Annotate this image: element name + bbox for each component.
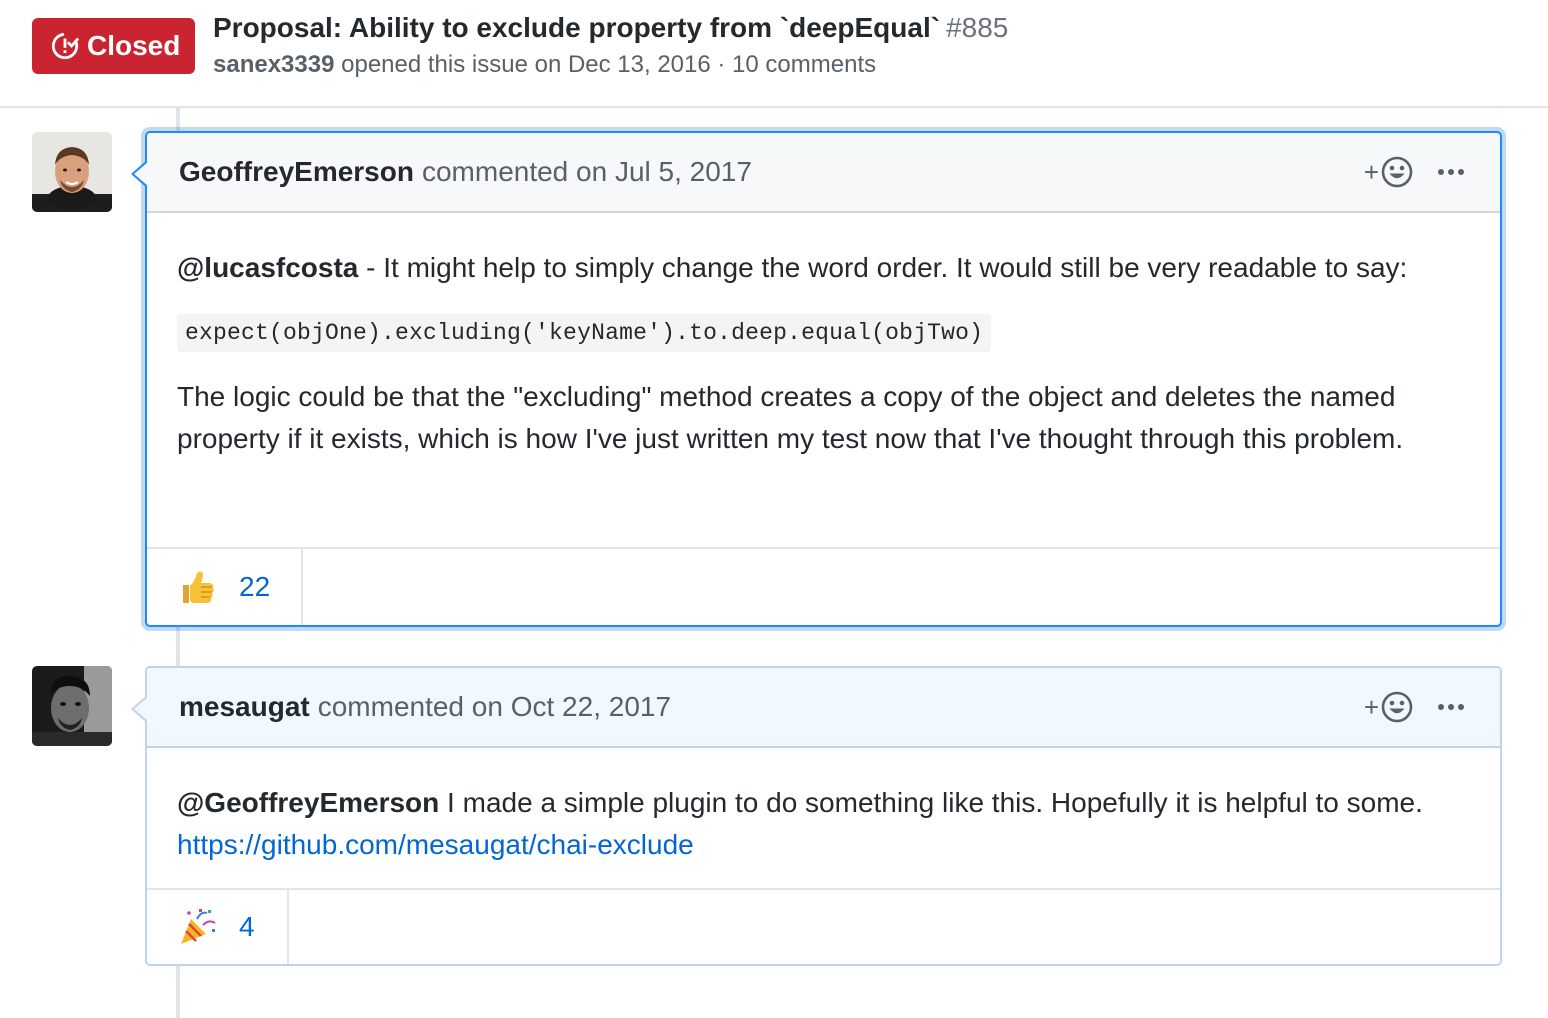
reaction-count: 4 <box>239 911 255 942</box>
avatar-image <box>32 666 112 746</box>
comment-timestamp-link[interactable]: commented on Oct 22, 2017 <box>318 691 671 723</box>
issue-state-label: Closed <box>87 30 181 61</box>
inline-code: expect(objOne).excluding('keyName').to.d… <box>177 314 992 352</box>
add-reaction-plus: + <box>1363 691 1379 722</box>
avatar-mesaugat[interactable] <box>32 666 112 746</box>
comment-paragraph: @GeoffreyEmerson I made a simple plugin … <box>177 782 1470 866</box>
comment-author-link[interactable]: mesaugat <box>179 691 310 723</box>
user-mention-link[interactable]: @lucasfcosta <box>177 252 358 283</box>
issue-title: Proposal: Ability to exclude property fr… <box>213 12 1008 44</box>
user-mention-link[interactable]: @GeoffreyEmerson <box>177 787 439 818</box>
smiley-icon <box>1381 156 1413 188</box>
add-reaction-button[interactable]: + <box>1364 690 1414 724</box>
avatar-image <box>32 132 112 212</box>
smiley-icon <box>1381 691 1413 723</box>
issue-author-link[interactable]: sanex3339 <box>213 51 334 78</box>
reaction-thumbs-up-button[interactable]: 22 <box>147 549 303 625</box>
tada-icon <box>177 907 217 947</box>
comment-pointer <box>131 695 148 723</box>
plugin-link[interactable]: https://github.com/mesaugat/chai-exclude <box>177 829 694 860</box>
issue-title-text: Proposal: Ability to exclude property fr… <box>213 12 941 43</box>
add-reaction-button[interactable]: + <box>1364 155 1414 189</box>
reaction-count: 22 <box>239 571 271 602</box>
reactions-bar: 22 <box>147 547 1500 625</box>
comment-text: - It might help to simply change the wor… <box>358 252 1408 283</box>
issue-header: Closed Proposal: Ability to exclude prop… <box>0 0 1548 108</box>
comment-actions: + <box>1364 690 1466 724</box>
comment-options-button[interactable] <box>1436 692 1466 722</box>
add-reaction-plus: + <box>1363 156 1379 187</box>
comment-timestamp-link[interactable]: commented on Jul 5, 2017 <box>422 156 752 188</box>
comment-body: @lucasfcosta - It might help to simply c… <box>147 213 1500 460</box>
comment-body: @GeoffreyEmerson I made a simple plugin … <box>147 748 1500 866</box>
comment-pointer <box>131 160 148 188</box>
comment-header: GeoffreyEmerson commented on Jul 5, 2017… <box>147 133 1500 213</box>
issue-closed-icon <box>51 32 80 60</box>
issue-state-badge: Closed <box>32 18 195 74</box>
kebab-horizontal-icon <box>1438 169 1464 175</box>
comment-paragraph: The logic could be that the "excluding" … <box>177 381 1404 454</box>
comment-text: I made a simple plugin to do something l… <box>439 787 1423 818</box>
comment-mesaugat: mesaugat commented on Oct 22, 2017 + @Ge… <box>131 666 1502 966</box>
thumbs-up-icon <box>177 567 217 607</box>
kebab-horizontal-icon <box>1438 704 1464 710</box>
issue-number: #885 <box>946 12 1009 43</box>
comment-actions: + <box>1364 155 1466 189</box>
comment-header: mesaugat commented on Oct 22, 2017 + <box>147 668 1500 748</box>
issue-meta-text: opened this issue on Dec 13, 2016 · 10 c… <box>341 51 877 78</box>
issue-meta: sanex3339 opened this issue on Dec 13, 2… <box>213 51 876 79</box>
reactions-bar: 4 <box>147 888 1500 964</box>
code-paragraph: expect(objOne).excluding('keyName').to.d… <box>177 309 1470 352</box>
comment-author-link[interactable]: GeoffreyEmerson <box>179 156 414 188</box>
comment-paragraph: @lucasfcosta - It might help to simply c… <box>177 247 1470 289</box>
reaction-tada-button[interactable]: 4 <box>147 890 289 964</box>
comment-geoffreyemerson: GeoffreyEmerson commented on Jul 5, 2017… <box>131 131 1502 627</box>
avatar-geoffreyemerson[interactable] <box>32 132 112 212</box>
comment-options-button[interactable] <box>1436 157 1466 187</box>
